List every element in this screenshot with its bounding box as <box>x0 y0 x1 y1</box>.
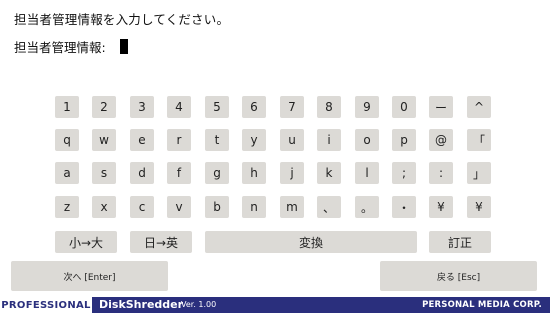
key-r4-c10[interactable]: ・ <box>392 196 416 218</box>
key-r3-c3[interactable]: d <box>130 162 154 184</box>
key-r2-c6[interactable]: y <box>242 129 266 151</box>
key-r2-c12[interactable]: 「 <box>467 129 491 151</box>
key-r3-c12[interactable]: 」 <box>467 162 491 184</box>
key-r2-c11[interactable]: @ <box>429 129 453 151</box>
small-large-key[interactable]: 小→大 <box>55 231 117 253</box>
key-r3-c5[interactable]: g <box>205 162 229 184</box>
manager-info-field[interactable]: 担当者管理情報: <box>14 37 128 56</box>
key-r2-c4[interactable]: r <box>167 129 191 151</box>
key-r4-c9[interactable]: 。 <box>355 196 379 218</box>
key-r2-c8[interactable]: i <box>317 129 341 151</box>
key-r1-c1[interactable]: 1 <box>55 96 79 118</box>
key-r1-c12[interactable]: ^ <box>467 96 491 118</box>
key-r4-c8[interactable]: 、 <box>317 196 341 218</box>
key-r2-c1[interactable]: q <box>55 129 79 151</box>
brand-logo: PROFESSIONAL <box>0 297 92 313</box>
key-r3-c6[interactable]: h <box>242 162 266 184</box>
key-r3-c4[interactable]: f <box>167 162 191 184</box>
key-r2-c10[interactable]: p <box>392 129 416 151</box>
key-r4-c7[interactable]: m <box>280 196 304 218</box>
key-r1-c9[interactable]: 9 <box>355 96 379 118</box>
version-label: Ver. 1.00 <box>181 300 217 309</box>
key-r2-c7[interactable]: u <box>280 129 304 151</box>
key-r4-c2[interactable]: x <box>92 196 116 218</box>
key-r4-c1[interactable]: z <box>55 196 79 218</box>
key-r1-c5[interactable]: 5 <box>205 96 229 118</box>
key-r1-c2[interactable]: 2 <box>92 96 116 118</box>
key-r2-c9[interactable]: o <box>355 129 379 151</box>
key-r3-c1[interactable]: a <box>55 162 79 184</box>
key-r1-c11[interactable]: ー <box>429 96 453 118</box>
field-label: 担当者管理情報: <box>14 40 106 55</box>
key-r3-c7[interactable]: j <box>280 162 304 184</box>
key-r1-c7[interactable]: 7 <box>280 96 304 118</box>
instruction-text: 担当者管理情報を入力してください。 <box>14 12 230 27</box>
key-r2-c2[interactable]: w <box>92 129 116 151</box>
key-r2-c3[interactable]: e <box>130 129 154 151</box>
key-r1-c8[interactable]: 8 <box>317 96 341 118</box>
key-r3-c10[interactable]: ; <box>392 162 416 184</box>
key-r4-c3[interactable]: c <box>130 196 154 218</box>
product-name: DiskShredder <box>99 298 184 311</box>
key-r3-c9[interactable]: l <box>355 162 379 184</box>
key-r1-c6[interactable]: 6 <box>242 96 266 118</box>
company-name: PERSONAL MEDIA CORP. <box>422 300 542 310</box>
key-r2-c5[interactable]: t <box>205 129 229 151</box>
footer-bar: PROFESSIONAL DiskShredder Ver. 1.00 PERS… <box>0 297 550 313</box>
key-r1-c4[interactable]: 4 <box>167 96 191 118</box>
key-r4-c5[interactable]: b <box>205 196 229 218</box>
jp-en-key[interactable]: 日→英 <box>130 231 192 253</box>
back-button[interactable]: 戻る [Esc] <box>380 261 537 291</box>
key-r4-c12[interactable]: ¥ <box>467 196 491 218</box>
key-r4-c11[interactable]: ¥ <box>429 196 453 218</box>
key-r3-c2[interactable]: s <box>92 162 116 184</box>
next-button[interactable]: 次へ [Enter] <box>11 261 168 291</box>
correct-key[interactable]: 訂正 <box>429 231 491 253</box>
text-cursor <box>119 39 128 54</box>
key-r4-c6[interactable]: n <box>242 196 266 218</box>
key-r4-c4[interactable]: v <box>167 196 191 218</box>
key-r3-c8[interactable]: k <box>317 162 341 184</box>
convert-key[interactable]: 変換 <box>205 231 417 253</box>
key-r3-c11[interactable]: : <box>429 162 453 184</box>
key-r1-c10[interactable]: 0 <box>392 96 416 118</box>
key-r1-c3[interactable]: 3 <box>130 96 154 118</box>
